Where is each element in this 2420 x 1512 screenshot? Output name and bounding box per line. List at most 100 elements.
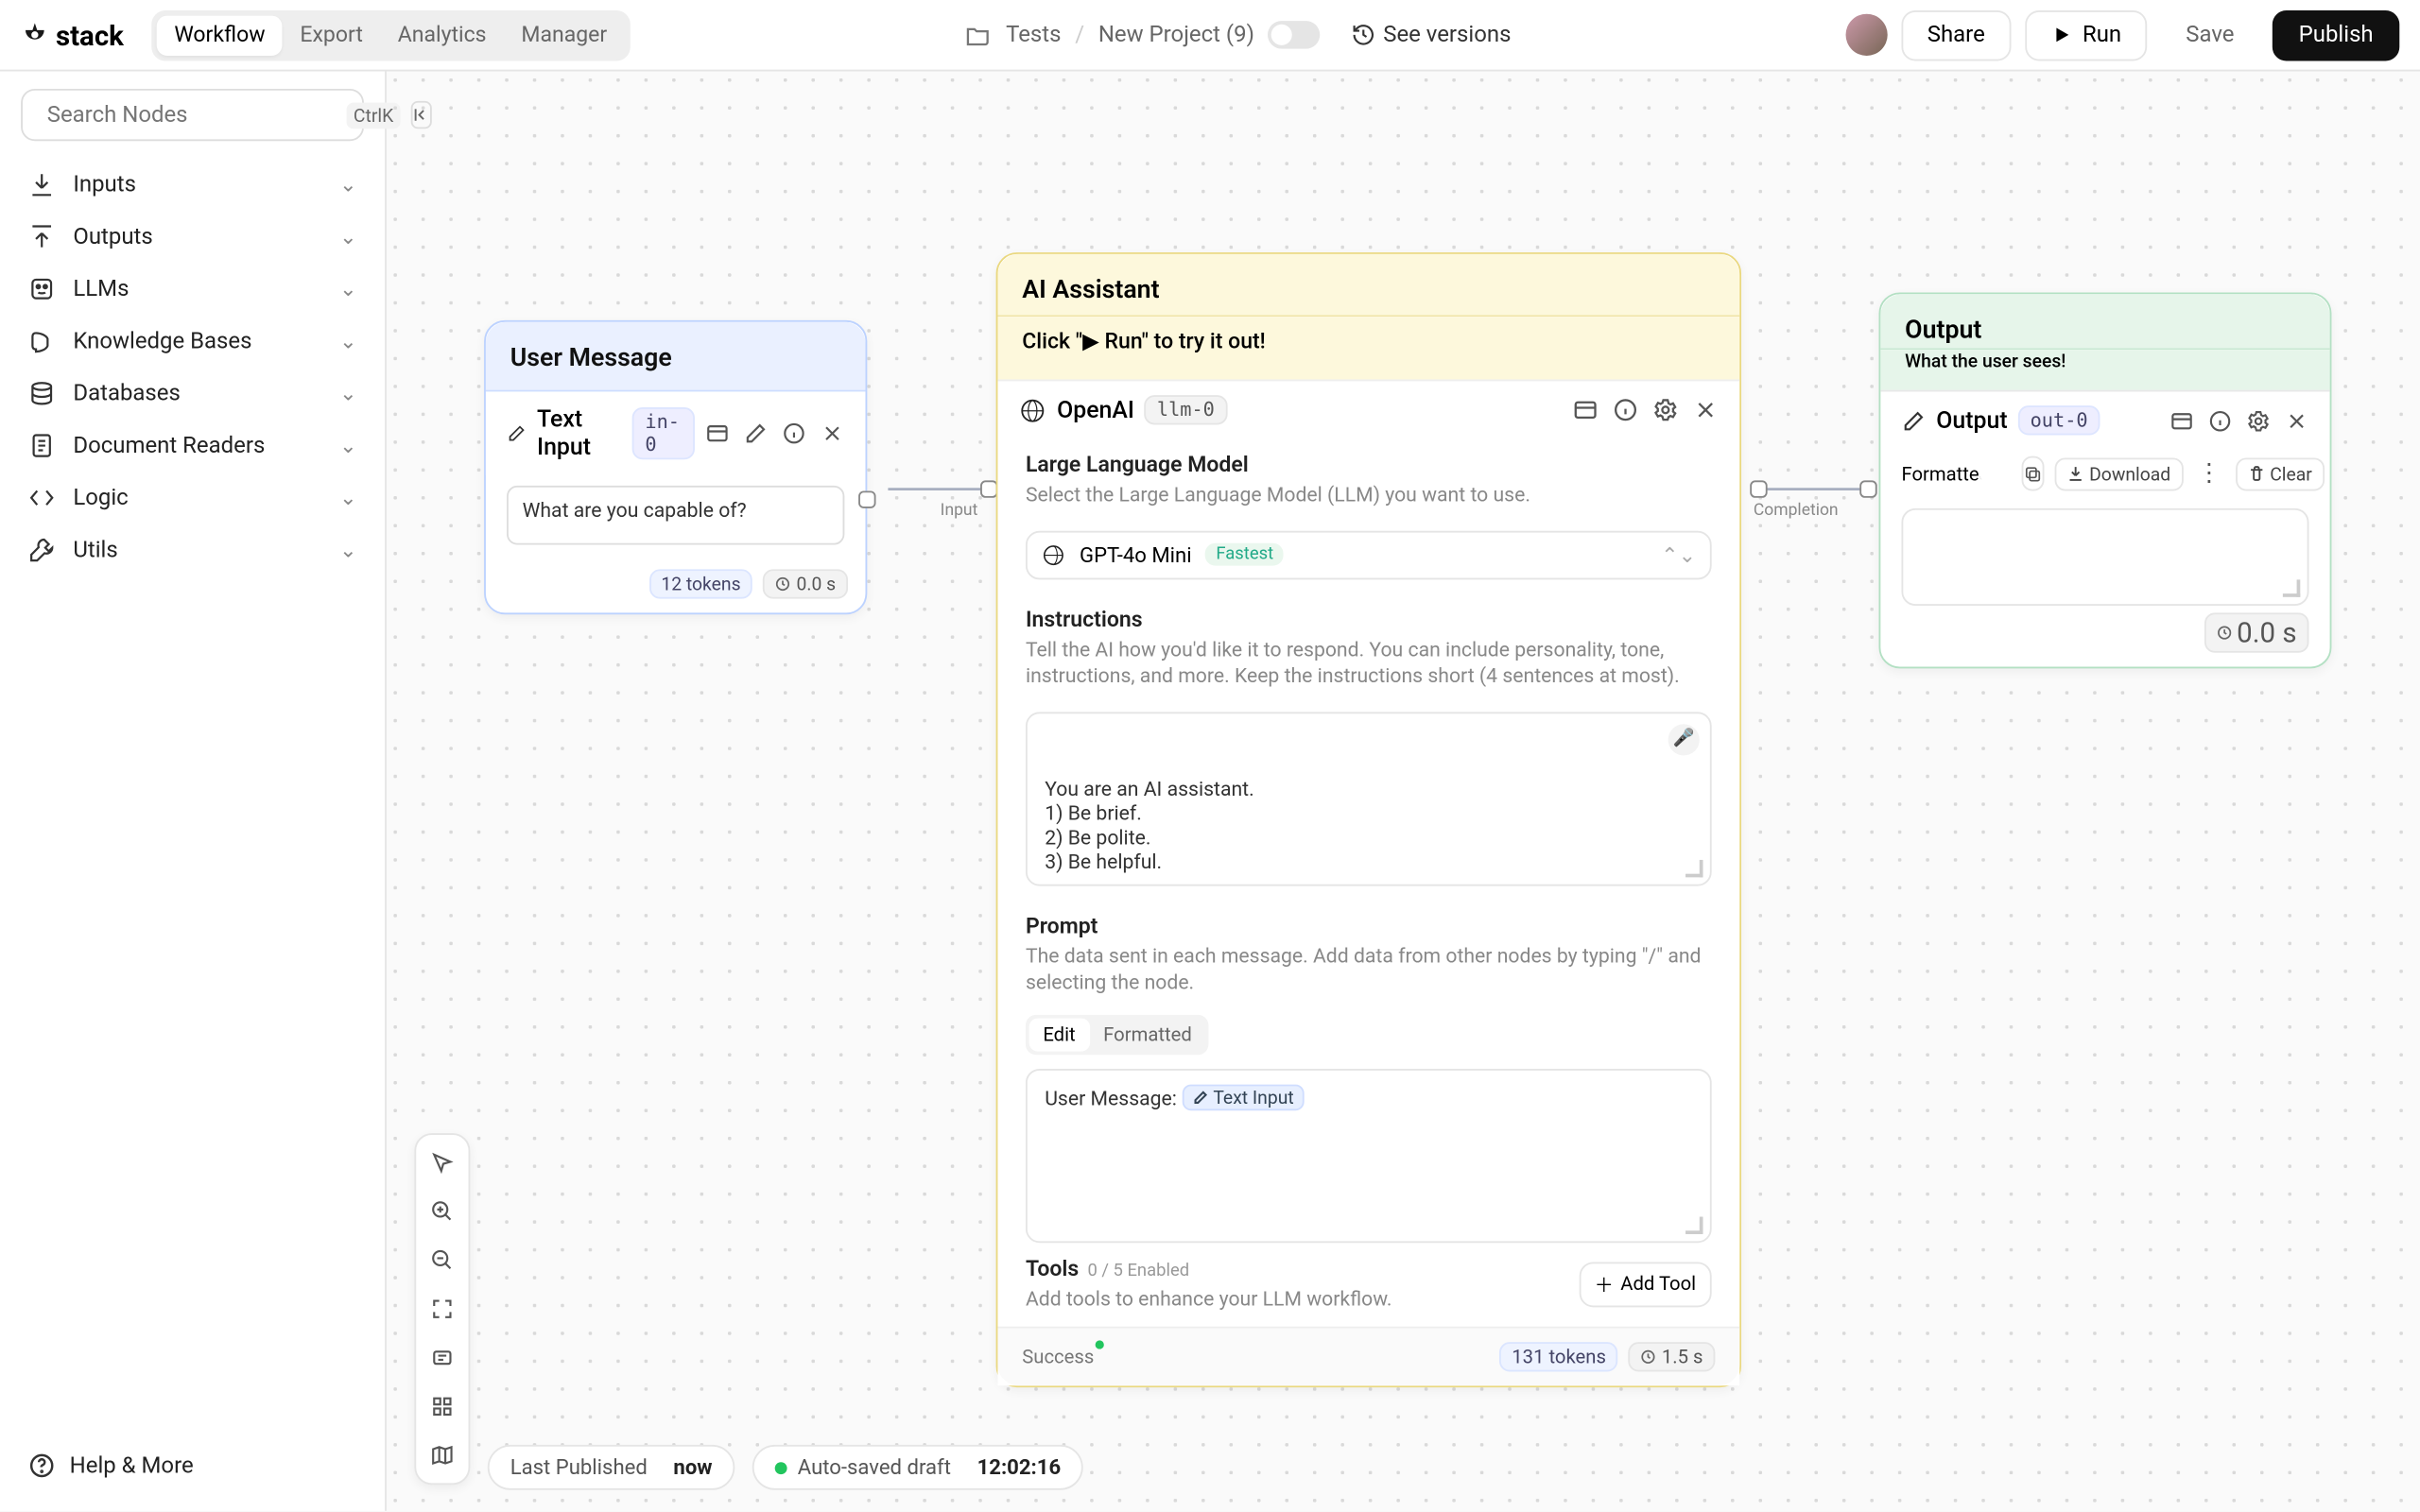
text-input-field[interactable]: What are you capable of? — [507, 486, 844, 545]
instructions-title: Instructions — [1026, 607, 1712, 633]
help-icon — [27, 1452, 55, 1479]
node-ai-assistant[interactable]: AI Assistant Click "▶ Run" to try it out… — [996, 252, 1741, 1387]
prompt-tab-formatted[interactable]: Formatted — [1089, 1018, 1205, 1051]
chevron-down-icon: ⌄ — [339, 538, 357, 562]
node1-port-label: Input — [941, 501, 978, 520]
node3-header: Output out-0 — [1880, 390, 2329, 450]
instructions-input[interactable]: 🎤 You are an AI assistant. 1) Be brief. … — [1026, 712, 1712, 885]
canvas[interactable]: User Message Text Input in-0 What are yo… — [387, 72, 2420, 1511]
chevron-down-icon: ⌄ — [339, 329, 357, 353]
node3-subtitle: What the user sees! — [1880, 350, 2329, 389]
clear-button[interactable]: Clear — [2235, 457, 2324, 490]
chevron-down-icon: ⌄ — [339, 277, 357, 301]
node-user-message[interactable]: User Message Text Input in-0 What are yo… — [484, 320, 867, 614]
category-outputs[interactable]: Outputs⌄ — [21, 211, 364, 263]
node1-out-port[interactable] — [858, 490, 875, 507]
avatar[interactable] — [1845, 14, 1887, 56]
prompt-input[interactable]: User Message: Text Input — [1026, 1068, 1712, 1242]
llm-section-title: Large Language Model — [1026, 453, 1712, 479]
category-db[interactable]: Databases⌄ — [21, 368, 364, 420]
output-area[interactable] — [1901, 508, 2308, 606]
tab-workflow[interactable]: Workflow — [157, 15, 283, 55]
node2-id: llm-0 — [1145, 395, 1227, 424]
run-button[interactable]: Run — [2025, 9, 2148, 60]
node2-subtitle: Click "▶ Run" to try it out! — [997, 317, 1739, 379]
map-tool[interactable] — [424, 1437, 459, 1472]
prompt-tab-edit[interactable]: Edit — [1029, 1018, 1090, 1051]
edit-node-icon[interactable] — [744, 421, 769, 446]
help-more[interactable]: Help & More — [21, 1437, 364, 1493]
node2-out-port[interactable] — [1750, 480, 1767, 497]
fit-tool[interactable] — [424, 1292, 459, 1327]
kb-icon — [27, 327, 55, 354]
mic-icon[interactable]: 🎤 — [1668, 723, 1700, 754]
grid-tool[interactable] — [424, 1389, 459, 1424]
tab-export[interactable]: Export — [283, 15, 380, 55]
search-input[interactable] — [47, 102, 337, 129]
prompt-help: The data sent in each message. Add data … — [1026, 943, 1712, 997]
breadcrumb-folder[interactable]: Tests — [1006, 22, 1061, 48]
tab-manager[interactable]: Manager — [504, 15, 625, 55]
node1-tokens: 12 tokens — [648, 569, 752, 598]
tools-help: Add tools to enhance your LLM workflow. — [1026, 1285, 1392, 1313]
auto-saved-pill[interactable]: Auto-saved draft 12:02:16 — [752, 1445, 1083, 1490]
node-output[interactable]: Output What the user sees! Output out-0 … — [1879, 292, 2332, 668]
save-button[interactable]: Save — [2161, 11, 2258, 59]
edit-icon — [507, 421, 527, 446]
panel-icon[interactable] — [2169, 408, 2194, 433]
category-logic[interactable]: Logic⌄ — [21, 472, 364, 524]
more-icon[interactable]: ⋮ — [2193, 459, 2224, 487]
category-kb[interactable]: Knowledge Bases⌄ — [21, 315, 364, 367]
breadcrumb-project[interactable]: New Project (9) — [1098, 22, 1254, 48]
openai-icon — [1042, 542, 1066, 567]
tab-analytics[interactable]: Analytics — [380, 15, 504, 55]
last-published-pill[interactable]: Last Published now — [488, 1445, 735, 1490]
note-tool[interactable] — [424, 1340, 459, 1375]
info-icon[interactable] — [1613, 397, 1639, 423]
share-button[interactable]: Share — [1901, 9, 2011, 60]
category-llms[interactable]: LLMs⌄ — [21, 263, 364, 315]
prompt-chip-text-input[interactable]: Text Input — [1182, 1084, 1305, 1110]
model-select[interactable]: GPT-4o Mini Fastest ⌃⌄ — [1026, 530, 1712, 579]
cursor-tool[interactable] — [424, 1145, 459, 1180]
search-nodes[interactable]: CtrlK — [21, 89, 364, 141]
chevron-down-icon: ⌄ — [339, 486, 357, 510]
folder-icon — [964, 21, 992, 48]
play-icon — [2051, 25, 2072, 45]
brand-logo[interactable]: stack — [21, 18, 124, 51]
category-utils[interactable]: Utils⌄ — [21, 524, 364, 576]
download-button[interactable]: Download — [2054, 457, 2183, 490]
publish-button[interactable]: Publish — [2273, 9, 2399, 60]
llms-icon — [27, 275, 55, 302]
status-dot-icon — [775, 1461, 787, 1473]
gear-icon[interactable] — [1652, 397, 1679, 423]
llm-section-help: Select the Large Language Model (LLM) yo… — [1026, 482, 1712, 509]
app-header: stack Workflow Export Analytics Manager … — [0, 0, 2420, 72]
openai-icon — [1019, 396, 1046, 423]
history-icon — [1352, 23, 1376, 47]
gear-icon[interactable] — [2246, 408, 2271, 433]
zoom-in-tool[interactable] — [424, 1194, 459, 1229]
chevron-down-icon: ⌄ — [339, 172, 357, 197]
info-icon[interactable] — [2208, 408, 2233, 433]
formatted-label: Formatted — [1901, 462, 1990, 485]
project-toggle[interactable] — [1269, 21, 1321, 48]
zoom-out-tool[interactable] — [424, 1243, 459, 1278]
expand-icon[interactable] — [705, 421, 730, 446]
category-inputs[interactable]: Inputs⌄ — [21, 159, 364, 211]
panel-icon[interactable] — [1572, 397, 1599, 423]
breadcrumb: Tests / New Project (9) See versions — [964, 21, 1512, 48]
prompt-tabs: Edit Formatted — [1026, 1014, 1209, 1054]
info-icon[interactable] — [782, 421, 806, 446]
doc-icon — [27, 432, 55, 459]
add-tool-button[interactable]: ＋Add Tool — [1579, 1262, 1712, 1307]
category-doc[interactable]: Document Readers⌄ — [21, 420, 364, 472]
node2-footer: Success 131 tokens 1.5 s — [997, 1327, 1739, 1386]
chevron-down-icon: ⌄ — [339, 381, 357, 405]
close-icon[interactable] — [2285, 408, 2309, 433]
close-icon[interactable] — [821, 421, 845, 446]
copy-button[interactable] — [2021, 456, 2044, 491]
see-versions-button[interactable]: See versions — [1352, 22, 1511, 48]
node3-in-port[interactable] — [1859, 480, 1876, 497]
close-icon[interactable] — [1692, 397, 1719, 423]
